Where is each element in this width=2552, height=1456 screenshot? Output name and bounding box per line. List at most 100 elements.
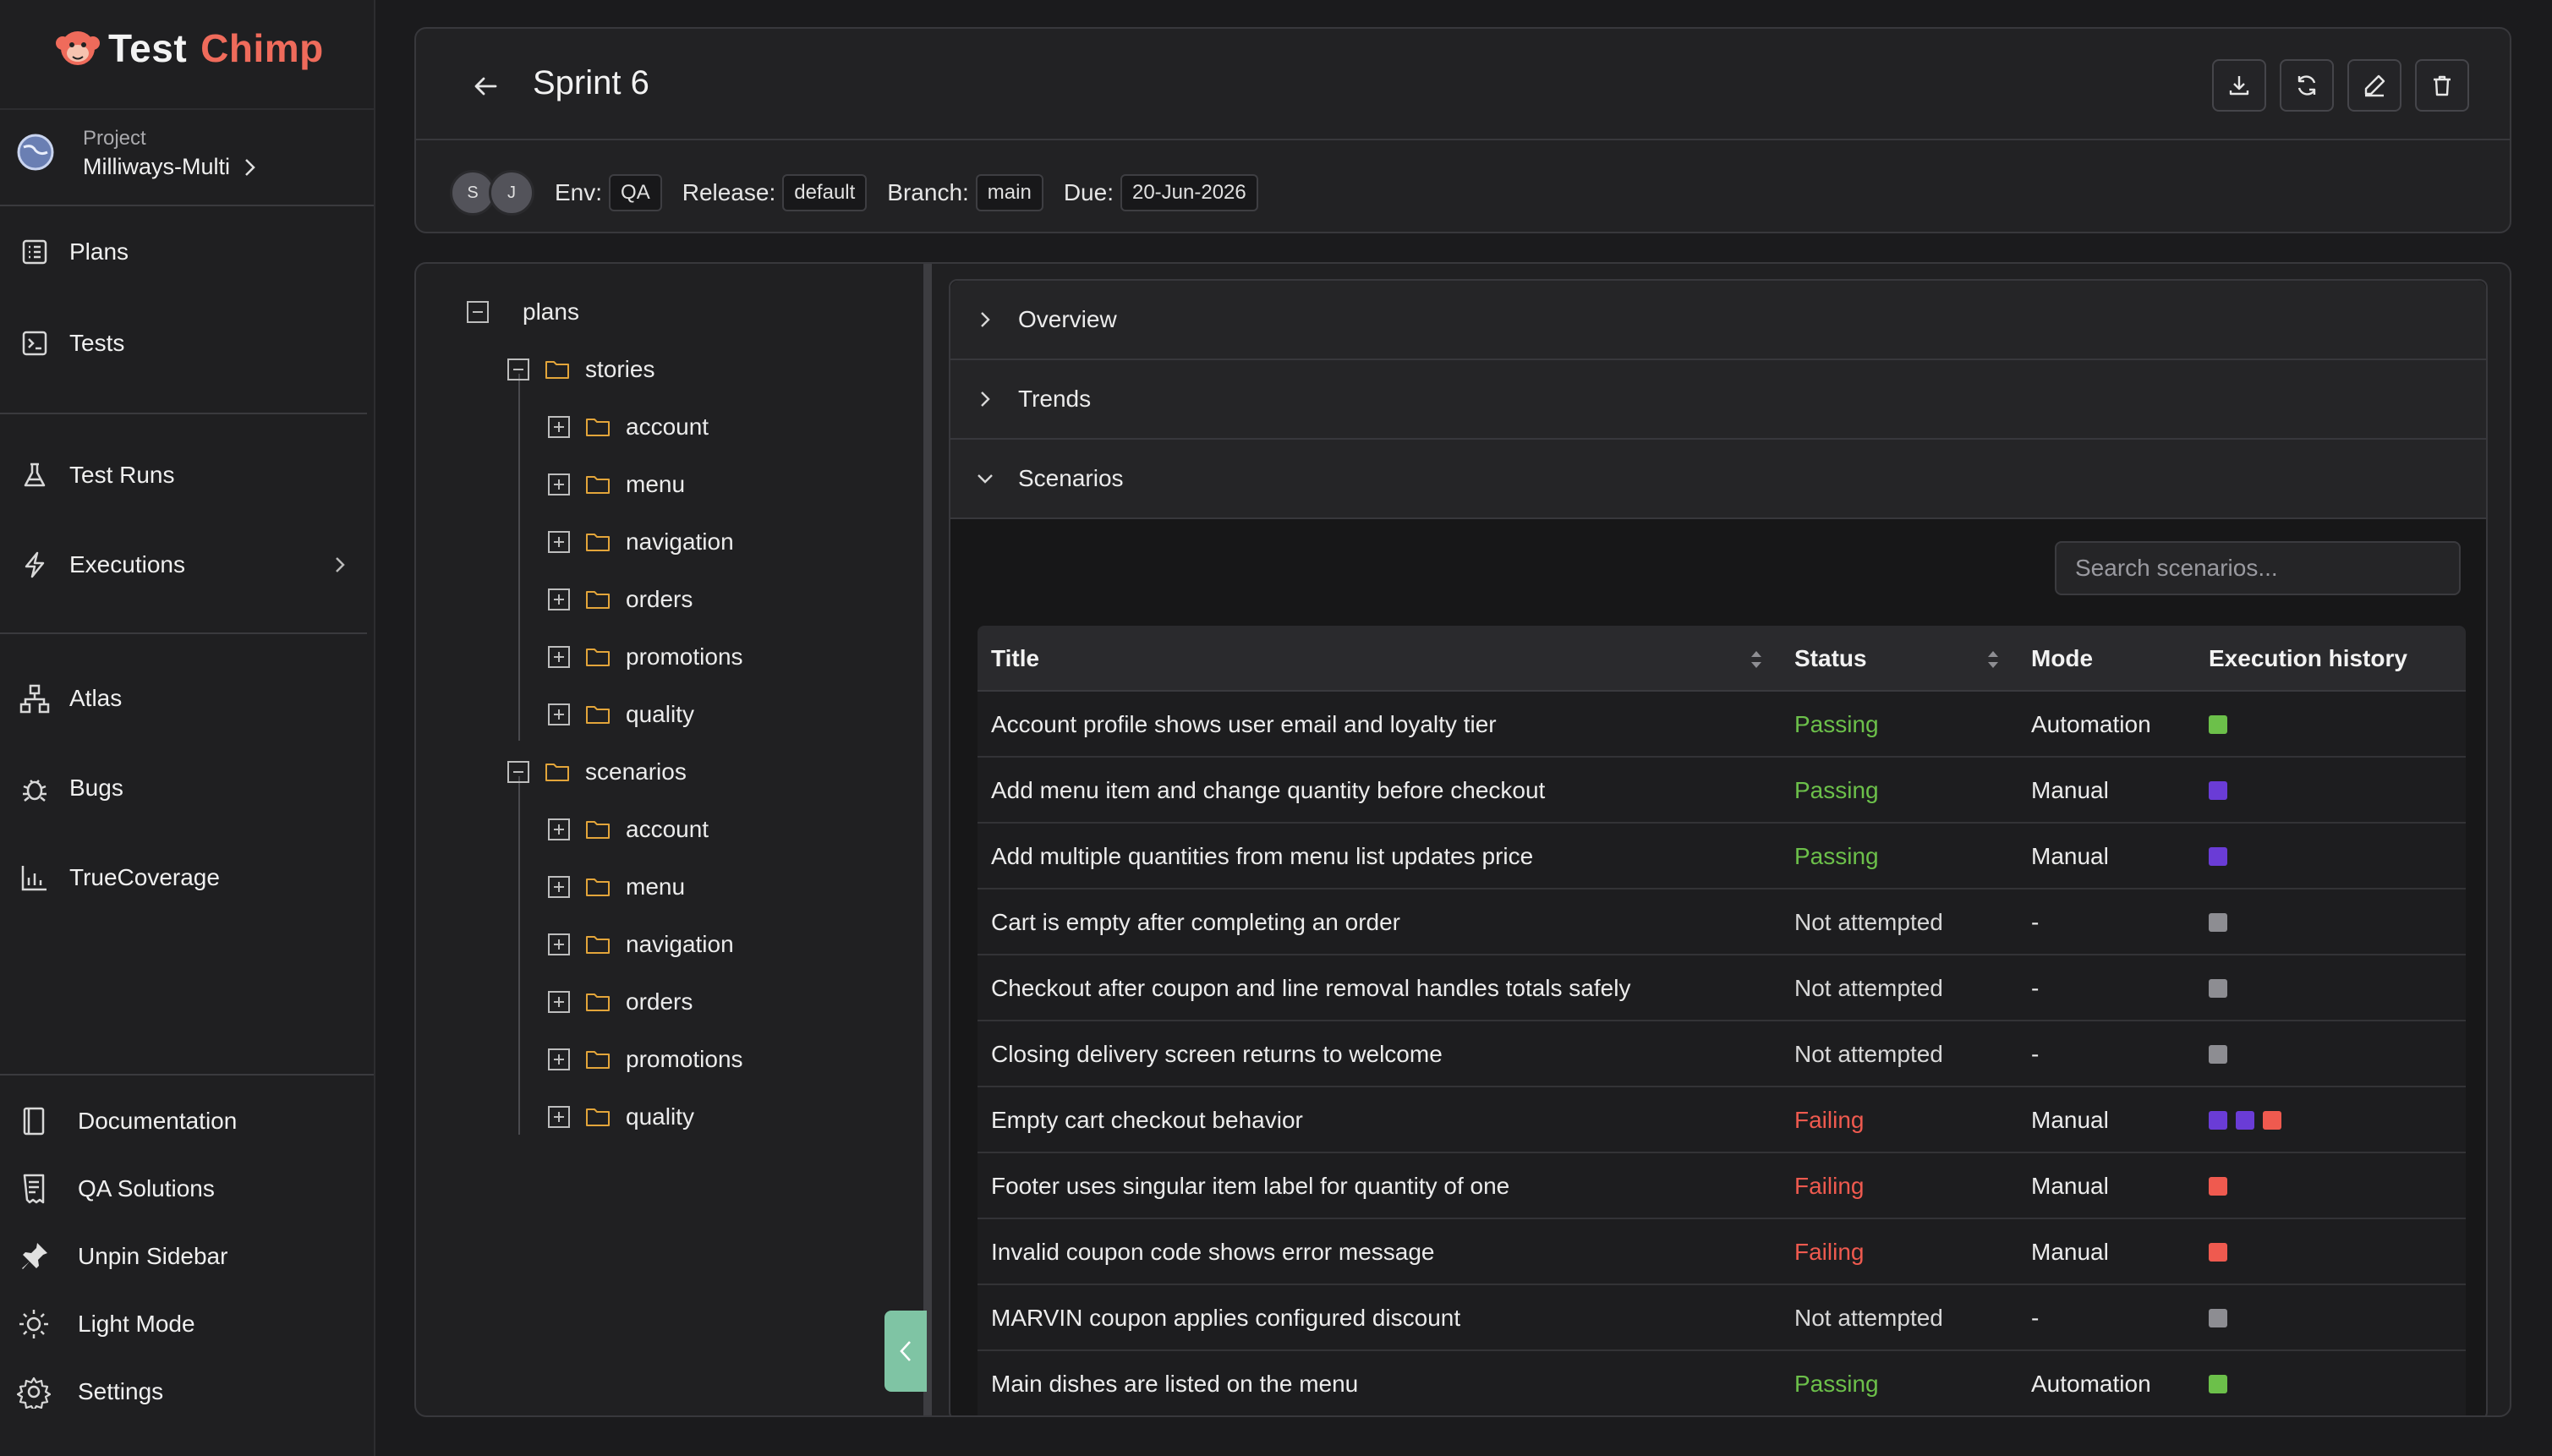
sidebar-item-unpin[interactable]: Unpin Sidebar xyxy=(0,1224,374,1289)
table-row[interactable]: Main dishes are listed on the menu Passin… xyxy=(978,1351,2466,1415)
sort-icon[interactable] xyxy=(1985,648,2001,671)
brand-logo[interactable]: Test Chimp xyxy=(52,19,324,78)
cell-title[interactable]: Footer uses singular item label for quan… xyxy=(991,1153,1509,1219)
cell-title[interactable]: Add menu item and change quantity before… xyxy=(991,758,1545,824)
delete-button[interactable] xyxy=(2415,59,2469,112)
expand-icon[interactable] xyxy=(548,646,570,668)
accordion-scenarios[interactable]: Scenarios xyxy=(950,440,2486,519)
detail-pane: Overview Trends Scenarios Title Status M… xyxy=(949,279,2488,1415)
accordion-trends[interactable]: Trends xyxy=(950,360,2486,440)
execution-status-square[interactable] xyxy=(2209,1111,2227,1130)
expand-icon[interactable] xyxy=(548,473,570,495)
expand-icon[interactable] xyxy=(548,416,570,438)
tree-node-folder[interactable]: promotions xyxy=(548,1038,743,1081)
collapse-icon[interactable] xyxy=(467,301,489,323)
pane-splitter[interactable] xyxy=(923,264,932,1415)
table-row[interactable]: Footer uses singular item label for quan… xyxy=(978,1153,2466,1219)
cell-title[interactable]: Account profile shows user email and loy… xyxy=(991,692,1497,758)
sidebar-item-atlas[interactable]: Atlas xyxy=(0,665,374,732)
column-header-status[interactable]: Status xyxy=(1794,626,1867,692)
tree-node-folder[interactable]: quality xyxy=(548,693,694,736)
tree-node-folder[interactable]: quality xyxy=(548,1096,694,1138)
expand-icon[interactable] xyxy=(548,588,570,610)
tree-node-folder[interactable]: menu xyxy=(548,463,685,506)
sidebar-item-documentation[interactable]: Documentation xyxy=(0,1089,374,1153)
sidebar-item-truecoverage[interactable]: TrueCoverage xyxy=(0,844,374,911)
expand-icon[interactable] xyxy=(548,1048,570,1070)
cell-title[interactable]: Cart is empty after completing an order xyxy=(991,889,1400,955)
table-row[interactable]: Account profile shows user email and loy… xyxy=(978,692,2466,758)
tree-node-folder[interactable]: navigation xyxy=(548,923,734,966)
sidebar-item-light-mode[interactable]: Light Mode xyxy=(0,1292,374,1356)
expand-icon[interactable] xyxy=(548,531,570,553)
expand-icon[interactable] xyxy=(548,1106,570,1128)
execution-status-square[interactable] xyxy=(2209,715,2227,734)
tree-node-plans[interactable]: plans xyxy=(467,291,579,333)
execution-status-square[interactable] xyxy=(2209,979,2227,998)
tree-node-folder[interactable]: navigation xyxy=(548,521,734,563)
cell-title[interactable]: Empty cart checkout behavior xyxy=(991,1087,1303,1153)
table-row[interactable]: Cart is empty after completing an order N… xyxy=(978,889,2466,955)
tree-node-folder[interactable]: menu xyxy=(548,866,685,908)
execution-status-square[interactable] xyxy=(2209,1375,2227,1393)
sidebar-item-test-runs[interactable]: Test Runs xyxy=(0,441,374,509)
sidebar-item-executions[interactable]: Executions xyxy=(0,531,374,599)
sidebar-item-plans[interactable]: Plans xyxy=(0,218,374,286)
refresh-button[interactable] xyxy=(2280,59,2334,112)
collapse-icon[interactable] xyxy=(507,359,529,380)
download-button[interactable] xyxy=(2212,59,2266,112)
sidebar-item-qa-solutions[interactable]: QA Solutions xyxy=(0,1157,374,1221)
execution-status-square[interactable] xyxy=(2263,1111,2281,1130)
cell-mode: Manual xyxy=(2031,1107,2109,1133)
sidebar-label-executions: Executions xyxy=(69,551,185,577)
tree-node-folder[interactable]: orders xyxy=(548,578,693,621)
back-arrow-icon[interactable] xyxy=(467,68,504,105)
cell-title[interactable]: MARVIN coupon applies configured discoun… xyxy=(991,1285,1460,1351)
execution-status-square[interactable] xyxy=(2209,1243,2227,1262)
execution-status-square[interactable] xyxy=(2209,781,2227,800)
sidebar-item-settings[interactable]: Settings xyxy=(0,1360,374,1424)
tree-node-scenarios[interactable]: scenarios xyxy=(507,751,687,793)
expand-icon[interactable] xyxy=(548,703,570,725)
cell-title[interactable]: Closing delivery screen returns to welco… xyxy=(991,1021,1443,1087)
execution-status-square[interactable] xyxy=(2209,847,2227,866)
collapse-tree-button[interactable] xyxy=(884,1311,927,1392)
execution-status-square[interactable] xyxy=(2209,1177,2227,1196)
execution-status-square[interactable] xyxy=(2236,1111,2254,1130)
cell-title[interactable]: Checkout after coupon and line removal h… xyxy=(991,955,1630,1021)
tree-node-stories[interactable]: stories xyxy=(507,348,654,391)
tree-node-folder[interactable]: account xyxy=(548,808,709,851)
execution-status-square[interactable] xyxy=(2209,913,2227,932)
execution-status-square[interactable] xyxy=(2209,1045,2227,1064)
column-header-title[interactable]: Title xyxy=(991,626,1039,692)
table-row[interactable]: Invalid coupon code shows error message F… xyxy=(978,1219,2466,1285)
sidebar-item-bugs[interactable]: Bugs xyxy=(0,754,374,822)
expand-icon[interactable] xyxy=(548,818,570,840)
edit-button[interactable] xyxy=(2347,59,2401,112)
tree-node-folder[interactable]: account xyxy=(548,406,709,448)
table-row[interactable]: Add multiple quantities from menu list u… xyxy=(978,824,2466,889)
tree-node-folder[interactable]: orders xyxy=(548,981,693,1023)
tree-node-folder[interactable]: promotions xyxy=(548,636,743,678)
table-row[interactable]: Checkout after coupon and line removal h… xyxy=(978,955,2466,1021)
expand-icon[interactable] xyxy=(548,933,570,955)
search-scenarios-input[interactable] xyxy=(2055,541,2461,595)
cell-title[interactable]: Add multiple quantities from menu list u… xyxy=(991,824,1533,889)
expand-icon[interactable] xyxy=(548,991,570,1013)
table-row[interactable]: Empty cart checkout behavior Failing Manua… xyxy=(978,1087,2466,1153)
collapse-icon[interactable] xyxy=(507,761,529,783)
expand-icon[interactable] xyxy=(548,876,570,898)
execution-status-square[interactable] xyxy=(2209,1309,2227,1327)
accordion-overview[interactable]: Overview xyxy=(950,281,2486,360)
table-row[interactable]: Closing delivery screen returns to welco… xyxy=(978,1021,2466,1087)
sidebar-item-tests[interactable]: Tests xyxy=(0,309,374,377)
table-row[interactable]: Add menu item and change quantity before… xyxy=(978,758,2466,824)
lightning-icon xyxy=(25,551,45,578)
table-row[interactable]: MARVIN coupon applies configured discoun… xyxy=(978,1285,2466,1351)
cell-title[interactable]: Main dishes are listed on the menu xyxy=(991,1351,1358,1415)
sort-icon[interactable] xyxy=(1749,648,1764,671)
cell-title[interactable]: Invalid coupon code shows error message xyxy=(991,1219,1435,1285)
tree-label: promotions xyxy=(626,643,743,670)
avatar[interactable]: J xyxy=(489,170,534,216)
project-selector[interactable]: Project Milliways-Multi xyxy=(0,108,374,206)
